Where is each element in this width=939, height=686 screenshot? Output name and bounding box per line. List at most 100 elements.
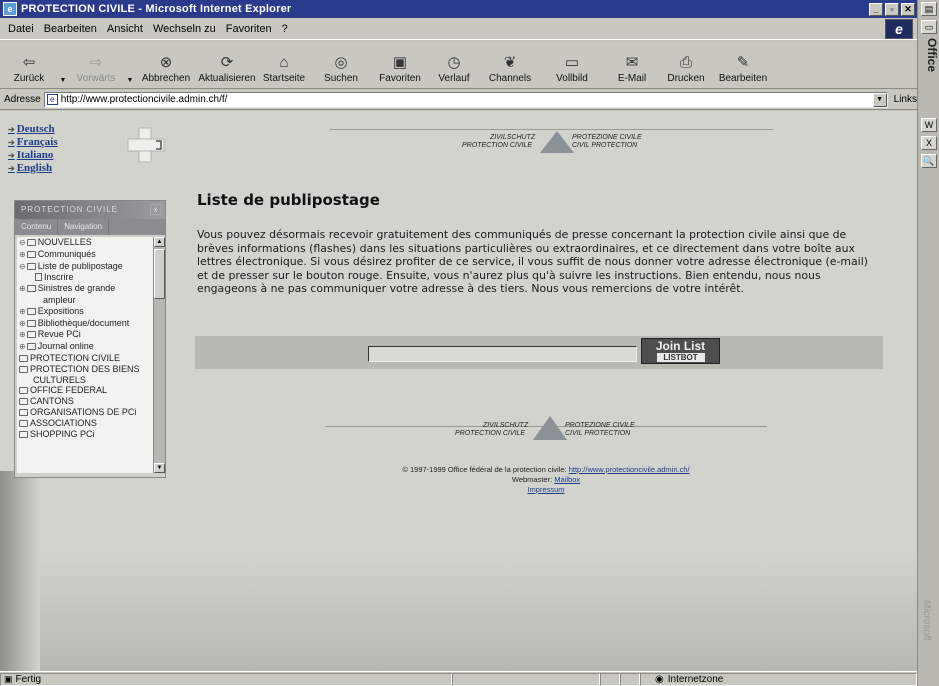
word-icon[interactable]: W [921, 118, 937, 132]
back-dropdown[interactable]: ▼ [54, 44, 70, 84]
tree-item[interactable]: CANTONS [17, 396, 153, 407]
folder-icon [26, 343, 36, 351]
folder-icon [26, 250, 36, 258]
mailbox-link[interactable]: Mailbox [554, 475, 580, 484]
find-icon[interactable]: 🔍 [921, 154, 937, 168]
history-button[interactable]: ◷ Verlauf [428, 44, 480, 85]
webmaster-line: Webmaster: Mailbox [300, 475, 792, 485]
tree-item[interactable]: ⊕ Sinistres de grande [17, 283, 153, 295]
ie-app-icon[interactable]: e [3, 2, 17, 16]
ie-logo-icon: e [885, 19, 913, 39]
tree-item[interactable]: ⊖ NOUVELLES [17, 237, 153, 249]
links-button[interactable]: Links [894, 94, 917, 105]
excel-icon[interactable]: X [921, 136, 937, 150]
print-button[interactable]: ⎙ Drucken [660, 44, 712, 85]
home-button[interactable]: ⌂ Startseite [258, 44, 310, 85]
menu-bearbeiten[interactable]: Bearbeiten [44, 23, 97, 35]
homepage-link[interactable]: http://www.protectioncivile.admin.ch/ [569, 465, 690, 474]
menu-datei[interactable]: Datei [8, 23, 34, 35]
header-banner: ZIVILSCHUTZ PROTECTION CIVILE PROTEZIONE… [462, 130, 642, 153]
tree-item[interactable]: PROTECTION DES BIENS [17, 364, 153, 375]
tree-item[interactable]: SHOPPING PCi [17, 429, 153, 440]
folder-icon [19, 398, 28, 406]
webmaster-label: Webmaster: [511, 475, 553, 484]
tree-item[interactable]: ORGANISATIONS DE PCi [17, 407, 153, 418]
expand-icon: ⊕ [19, 318, 26, 328]
edit-icon: ✎ [736, 54, 750, 71]
menu-wechseln-zu[interactable]: Wechseln zu [153, 23, 216, 35]
lang-link-english[interactable]: ➔ English [8, 162, 58, 175]
back-arrow-icon: ⇦ [22, 54, 36, 71]
lang-link-deutsch[interactable]: ➔ Deutsch [8, 123, 58, 136]
tree-item[interactable]: ⊕ Journal online [17, 341, 153, 353]
tree-item[interactable]: ASSOCIATIONS [17, 418, 153, 429]
mail-icon: ✉ [625, 54, 639, 71]
nav-panel-title: PROTECTION CIVILE [21, 205, 119, 214]
favorites-button[interactable]: ▣ Favoriten [372, 44, 428, 85]
mail-button[interactable]: ✉ E-Mail [604, 44, 660, 85]
office-bar-icon[interactable]: ▭ [921, 20, 937, 34]
impressum-link[interactable]: Impressum [527, 485, 564, 494]
status-bar: ▣ Fertig ◉ Internetzone [0, 671, 917, 686]
menu-favoriten[interactable]: Favoriten [226, 23, 272, 35]
email-input[interactable] [368, 346, 637, 362]
favorites-folder-icon: ▣ [392, 54, 408, 71]
minimize-button[interactable]: _ [869, 2, 883, 16]
fullscreen-icon: ▭ [564, 54, 580, 71]
fullscreen-button[interactable]: ▭ Vollbild [540, 44, 604, 85]
page-done-icon: ▣ [4, 673, 13, 684]
maximize-button[interactable]: ▫ [885, 2, 899, 16]
copyright-line: © 1997-1999 Office fédéral de la protect… [300, 465, 792, 475]
address-input[interactable]: e http://www.protectioncivile.admin.ch/f… [43, 91, 888, 108]
tree-item[interactable]: OFFICE FEDERAL [17, 385, 153, 396]
folder-icon [19, 387, 28, 395]
edit-button[interactable]: ✎ Bearbeiten [712, 44, 774, 85]
menu-ansicht[interactable]: Ansicht [107, 23, 143, 35]
folder-icon [19, 354, 28, 362]
refresh-button[interactable]: ⟳ Aktualisieren [196, 44, 258, 85]
nav-close-icon[interactable]: x [150, 204, 162, 215]
join-list-button[interactable]: Join List LISTBOT [641, 338, 720, 364]
scroll-up-icon[interactable]: ▲ [154, 237, 165, 247]
stop-button[interactable]: ⊗ Abbrechen [136, 44, 196, 85]
forward-button[interactable]: ⇨ Vorwärts [70, 44, 122, 85]
tree-item[interactable]: ⊖ Liste de publipostage [17, 261, 153, 273]
channels-button[interactable]: ❦ Channels [480, 44, 540, 85]
stop-icon: ⊗ [159, 54, 173, 71]
toolbar: ⇦ Zurück ▼ ⇨ Vorwärts ▼ ⊗ Abbrechen ⟳ Aktual… [0, 41, 917, 89]
tab-navigation[interactable]: Navigation [58, 219, 110, 235]
forward-dropdown[interactable]: ▼ [122, 44, 136, 84]
tree-item-continued[interactable]: ampleur [17, 295, 153, 306]
tree-item[interactable]: ⊕ Bibliothèque/document [17, 318, 153, 330]
tree-item[interactable]: ⊕ Expositions [17, 306, 153, 318]
tree-item[interactable]: ⊕ Revue PCi [17, 329, 153, 341]
address-dropdown-icon[interactable]: ▼ [872, 92, 887, 107]
tree-item[interactable]: Inscrire [17, 272, 153, 283]
lang-link-francais[interactable]: ➔ Français [8, 136, 58, 149]
swiss-cross-logo [127, 127, 165, 163]
office-menu-icon[interactable]: ▤ [921, 2, 937, 16]
banner-text: CIVIL PROTECTION [572, 142, 638, 149]
tab-contenu[interactable]: Contenu [15, 219, 59, 235]
tree-item[interactable]: PROTECTION CIVILE [17, 353, 153, 364]
menu-help[interactable]: ? [282, 23, 288, 35]
office-shortcut-bar: ▤ ▭ Office W X 🔍 Microsoft [917, 0, 939, 686]
back-button[interactable]: ⇦ Zurück [4, 44, 54, 85]
scroll-thumb[interactable] [154, 249, 165, 299]
lang-link-italiano[interactable]: ➔ Italiano [8, 149, 58, 162]
expand-icon: ⊕ [19, 330, 26, 340]
banner-text: ZIVILSCHUTZ [490, 134, 536, 141]
address-label: Adresse [4, 94, 41, 105]
background-fade [0, 551, 917, 671]
tree-item[interactable]: ⊕ Communiqués [17, 249, 153, 261]
tree-item-continued[interactable]: CULTURELS [17, 375, 153, 386]
footer-banner: ZIVILSCHUTZ PROTECTION CIVILE PROTEZIONE… [455, 416, 635, 442]
nav-scrollbar[interactable]: ▲ ▼ [153, 237, 165, 473]
folder-icon [19, 419, 28, 427]
scroll-down-icon[interactable]: ▼ [154, 463, 165, 473]
search-button[interactable]: ◎ Suchen [310, 44, 372, 85]
arrow-icon: ➔ [8, 164, 15, 173]
window-titlebar[interactable]: e PROTECTION CIVILE - Microsoft Internet… [0, 0, 917, 18]
close-button[interactable]: ✕ [901, 2, 915, 16]
listbot-label: LISTBOT [656, 353, 705, 362]
